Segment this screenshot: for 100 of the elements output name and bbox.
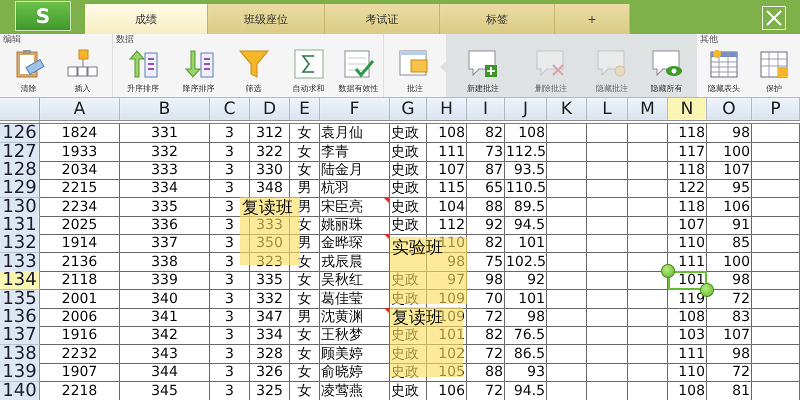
ribbon-item[interactable]: 新建批注 bbox=[449, 48, 517, 97]
table-cell: 72 bbox=[485, 309, 503, 326]
column-header[interactable]: E bbox=[290, 98, 320, 120]
sheet-tab[interactable]: 标签 bbox=[440, 4, 555, 34]
table-cell: 3 bbox=[225, 346, 234, 362]
column-header[interactable]: H bbox=[427, 98, 467, 120]
ribbon-item[interactable]: 升序排序 bbox=[115, 48, 171, 97]
row-header[interactable]: 135 bbox=[0, 290, 40, 309]
row-header[interactable]: 127 bbox=[0, 142, 40, 162]
sheet-tab[interactable]: 成绩 bbox=[85, 4, 208, 34]
empty-cell bbox=[587, 252, 628, 272]
table-cell: 女 bbox=[298, 125, 312, 142]
table-cell: 326 bbox=[256, 364, 283, 380]
table-cell: 100 bbox=[723, 254, 750, 270]
table-cell: 348 bbox=[256, 180, 283, 196]
column-header[interactable]: C bbox=[210, 98, 250, 120]
sheet-tab[interactable]: 考试证 bbox=[325, 4, 440, 34]
ribbon-item[interactable]: 降序排序 bbox=[171, 48, 226, 97]
close-button[interactable] bbox=[762, 6, 786, 30]
table-cell: 凌莺燕 bbox=[321, 382, 363, 399]
table-cell: 335 bbox=[151, 198, 178, 215]
row-header[interactable]: 129 bbox=[0, 179, 40, 198]
table-cell: 2215 bbox=[62, 180, 98, 196]
table-cell: 108 bbox=[678, 309, 705, 326]
column-header[interactable]: A bbox=[40, 98, 120, 120]
table-cell: 袁月仙 bbox=[321, 125, 363, 142]
ribbon-item[interactable]: 隐藏所有 bbox=[639, 48, 694, 97]
row-header[interactable]: 132 bbox=[0, 234, 40, 254]
row-header[interactable]: 133 bbox=[0, 252, 40, 272]
table-cell: 2034 bbox=[62, 162, 98, 178]
table-cell: 金晔琛 bbox=[321, 235, 363, 252]
sheet-tab[interactable]: + bbox=[555, 4, 630, 34]
column-header[interactable]: J bbox=[505, 98, 547, 120]
ribbon-item[interactable]: 插入 bbox=[55, 48, 110, 97]
row-header[interactable]: 136 bbox=[0, 308, 40, 328]
table-cell: 吴秋红 bbox=[321, 272, 363, 288]
column-header[interactable]: G bbox=[390, 98, 427, 120]
ribbon-item[interactable]: 批注 bbox=[386, 48, 444, 97]
table-cell: 2118 bbox=[62, 272, 98, 288]
ribbon-item[interactable]: 保护 bbox=[749, 48, 799, 97]
table-cell: 333 bbox=[256, 217, 283, 234]
table-cell: 3 bbox=[225, 290, 234, 307]
ribbon-item[interactable]: 隐藏表头 bbox=[699, 48, 749, 97]
active-cell[interactable]: 101 bbox=[668, 271, 707, 290]
table-cell: 89.5 bbox=[514, 198, 545, 215]
empty-cell bbox=[587, 234, 628, 254]
empty-cell bbox=[587, 179, 628, 198]
selection-handle[interactable] bbox=[661, 264, 675, 278]
row-header[interactable]: 131 bbox=[0, 216, 40, 236]
table-cell: 107 bbox=[438, 162, 465, 178]
table-cell: 112.5 bbox=[506, 144, 546, 160]
table-cell: 3 bbox=[225, 144, 234, 160]
ribbon-item[interactable]: 筛选 bbox=[226, 48, 281, 97]
table-cell: 101 bbox=[518, 235, 545, 252]
table-cell: 3 bbox=[225, 217, 234, 234]
table-cell: 106 bbox=[723, 198, 750, 215]
table-cell: 107 bbox=[723, 327, 750, 344]
row-header[interactable]: 140 bbox=[0, 382, 40, 400]
row-header[interactable]: 139 bbox=[0, 363, 40, 382]
column-header[interactable]: I bbox=[467, 98, 505, 120]
row-header[interactable]: 130 bbox=[0, 198, 40, 217]
table-cell: 82 bbox=[485, 327, 503, 344]
column-header[interactable]: F bbox=[320, 98, 390, 120]
ribbon-item[interactable]: 自动求和 bbox=[281, 48, 336, 97]
table-cell: 76.5 bbox=[514, 327, 545, 344]
row-header[interactable]: 128 bbox=[0, 160, 40, 180]
row-header[interactable]: 134 bbox=[0, 271, 40, 290]
column-header[interactable]: B bbox=[120, 98, 210, 120]
table-cell: 337 bbox=[151, 235, 178, 252]
table-cell: 俞晓婷 bbox=[321, 364, 363, 380]
row-header[interactable]: 126 bbox=[0, 124, 40, 144]
ribbon-item[interactable]: 数据有效性 bbox=[336, 48, 381, 97]
table-cell: 104 bbox=[438, 198, 465, 215]
sheet-tab[interactable]: 班级座位 bbox=[208, 4, 325, 34]
show-all-comments-icon bbox=[650, 48, 682, 79]
table-cell: 1933 bbox=[62, 144, 98, 160]
table-cell: 328 bbox=[256, 346, 283, 362]
table-cell: 史政 bbox=[391, 327, 419, 344]
empty-cell bbox=[587, 308, 628, 328]
column-header[interactable]: K bbox=[547, 98, 587, 120]
table-cell: 118 bbox=[678, 198, 705, 215]
table-cell: 3 bbox=[225, 162, 234, 178]
hide-comment-icon bbox=[596, 48, 628, 79]
row-header[interactable]: 137 bbox=[0, 326, 40, 346]
column-header[interactable]: N bbox=[668, 98, 707, 120]
column-header[interactable]: O bbox=[707, 98, 752, 120]
table-cell: 姚丽珠 bbox=[321, 217, 363, 234]
column-header[interactable]: P bbox=[752, 98, 800, 120]
table-cell: 3 bbox=[225, 309, 234, 326]
protect-sheet-icon bbox=[758, 48, 790, 79]
column-header[interactable]: L bbox=[587, 98, 628, 120]
ribbon-item[interactable]: 清除 bbox=[2, 48, 55, 97]
table-cell: 350 bbox=[256, 235, 283, 252]
table-cell: 103 bbox=[678, 327, 705, 344]
column-header[interactable]: D bbox=[250, 98, 290, 120]
empty-cell bbox=[587, 142, 628, 162]
table-cell: 111 bbox=[678, 254, 705, 270]
row-header[interactable]: 138 bbox=[0, 344, 40, 364]
table-cell: 87 bbox=[485, 162, 503, 178]
table-cell: 史政 bbox=[391, 217, 419, 234]
